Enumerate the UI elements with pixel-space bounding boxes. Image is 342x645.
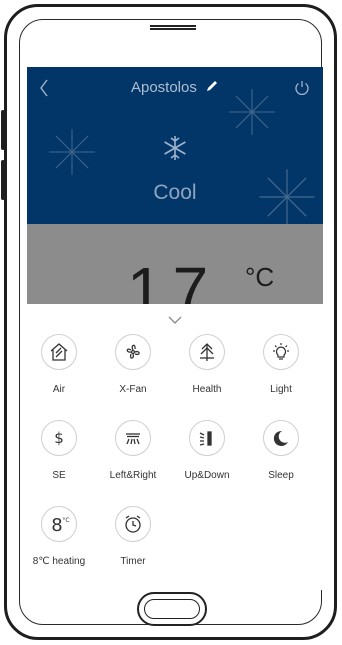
pine-tree-icon — [189, 334, 225, 370]
function-button-se[interactable]: $ SE — [27, 420, 91, 481]
power-icon[interactable] — [293, 79, 311, 102]
svg-text:$: $ — [54, 429, 64, 447]
fan-icon — [115, 334, 151, 370]
edit-pencil-icon[interactable] — [205, 79, 219, 97]
device-name: Apostolos — [130, 79, 197, 96]
function-label: Left&Right — [109, 470, 157, 481]
volume-button — [1, 110, 5, 150]
function-button-x-fan[interactable]: X-Fan — [101, 334, 165, 395]
moon-stars-icon — [263, 420, 299, 456]
function-button-up-down[interactable]: Up&Down — [175, 420, 239, 481]
eight-degree-icon: 8 °C — [41, 506, 77, 542]
snowflake-icon — [160, 133, 190, 168]
function-panel: Air X-Fan Health Light $ SE Left&Right U… — [27, 304, 323, 590]
temperature-display: 17 °C — [27, 224, 323, 304]
dollar-icon: $ — [41, 420, 77, 456]
svg-text:8: 8 — [51, 515, 62, 535]
function-label: Health — [192, 384, 222, 395]
snowflake-decoration-icon — [49, 129, 95, 175]
svg-text:°C: °C — [62, 517, 69, 524]
function-label: Up&Down — [184, 470, 230, 481]
home-button[interactable] — [137, 592, 207, 626]
function-label: Timer — [120, 556, 146, 567]
function-button-health[interactable]: Health — [175, 334, 239, 395]
earpiece-speaker — [150, 25, 196, 30]
function-label: Light — [270, 384, 292, 395]
mode-header: Apostolos Cool — [27, 67, 323, 224]
function-button-timer[interactable]: Timer — [101, 506, 165, 567]
air-house-icon — [41, 334, 77, 370]
swing-up-down-icon — [189, 420, 225, 456]
function-button-air[interactable]: Air — [27, 334, 91, 395]
function-button-8c-heating[interactable]: 8 °C 8℃ heating — [27, 506, 91, 567]
chevron-down-icon[interactable] — [167, 312, 183, 330]
function-label: Air — [52, 384, 66, 395]
function-label: SE — [52, 470, 66, 481]
function-button-sleep[interactable]: Sleep — [249, 420, 313, 481]
function-label: Sleep — [268, 470, 294, 481]
function-label: 8℃ heating — [32, 556, 86, 567]
header-title-row: Apostolos — [27, 79, 323, 97]
swing-left-right-icon — [115, 420, 151, 456]
volume-button-lower — [1, 160, 5, 200]
temperature-unit: °C — [245, 262, 275, 292]
alarm-clock-icon — [115, 506, 151, 542]
mode-label: Cool — [153, 181, 197, 204]
temperature-value: 17 — [127, 254, 219, 304]
function-button-left-right[interactable]: Left&Right — [101, 420, 165, 481]
app-screen: Apostolos Cool 17 °C Air X-Fan Health Li… — [27, 67, 323, 590]
function-label: X-Fan — [119, 384, 147, 395]
lightbulb-icon — [263, 334, 299, 370]
function-button-light[interactable]: Light — [249, 334, 313, 395]
